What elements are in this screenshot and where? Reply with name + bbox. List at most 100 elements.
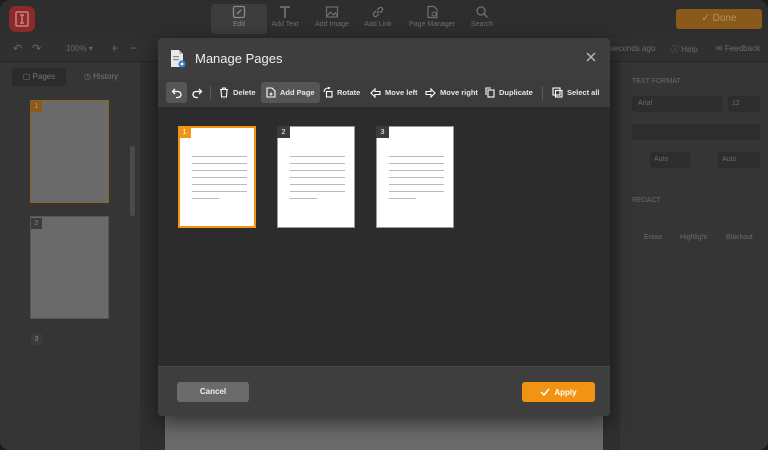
text-line <box>290 184 345 185</box>
erase-label: Erase <box>644 234 663 241</box>
undo-icon[interactable]: ↶ <box>13 42 22 55</box>
char-spacing-select[interactable]: Auto <box>718 152 760 168</box>
font-select[interactable]: Arial <box>632 96 722 112</box>
add-page-button[interactable]: Add Page <box>261 82 320 103</box>
sidebar-page-thumb-2[interactable] <box>30 216 109 319</box>
feedback-label: Feedback <box>724 44 761 53</box>
dialog-toolbar: Delete Add Page Rotate Move left Move ri… <box>158 78 610 108</box>
dialog-footer: Cancel Apply <box>158 366 610 416</box>
duplicate-button[interactable]: Duplicate <box>480 82 538 103</box>
cancel-button[interactable]: Cancel <box>177 382 249 402</box>
dialog-header: Manage Pages <box>158 38 610 78</box>
font-size-select[interactable]: 12 <box>728 96 760 112</box>
pages-sidebar: ▢ Pages ◷ History 1 2 3 <box>0 62 140 450</box>
text-format-heading: TEXT FORMAT <box>632 78 681 85</box>
select-all-label: Select all <box>567 88 600 97</box>
text-line <box>290 177 345 178</box>
page-manager-icon <box>427 5 438 19</box>
move-right-button[interactable]: Move right <box>420 82 483 103</box>
duplicate-label: Duplicate <box>499 88 533 97</box>
text-line <box>192 156 247 157</box>
close-icon[interactable] <box>584 50 598 64</box>
style-buttons[interactable] <box>632 124 760 140</box>
apply-label: Apply <box>554 387 577 397</box>
redo-button[interactable] <box>186 82 207 103</box>
text-line <box>389 191 444 192</box>
rotate-icon <box>323 87 333 98</box>
text-line <box>290 163 345 164</box>
sidebar-page-number: 2 <box>31 218 42 229</box>
dialog-title: Manage Pages <box>195 51 283 66</box>
font-value: Arial <box>638 100 653 107</box>
help-label: Help <box>681 45 698 54</box>
arrow-right-icon <box>425 87 436 98</box>
tool-page-manager-label: Page Manager <box>409 21 455 28</box>
move-left-button[interactable]: Move left <box>365 82 423 103</box>
text-line <box>192 191 247 192</box>
line-spacing-select[interactable]: Auto <box>650 152 690 168</box>
app-logo <box>9 6 35 32</box>
pages-grid: 1 2 3 <box>158 108 610 366</box>
tool-add-link[interactable]: Add Link <box>350 4 406 34</box>
help-link[interactable]: ⓘ Help <box>671 44 698 55</box>
manage-pages-icon <box>171 50 186 68</box>
manage-pages-dialog: Manage Pages Delete Add Page Rotate Move… <box>158 38 610 416</box>
sidebar-page-thumb-1[interactable] <box>30 100 109 203</box>
redo-icon[interactable]: ↷ <box>32 42 41 55</box>
text-line <box>389 184 444 185</box>
text-line <box>192 177 247 178</box>
arrow-left-icon <box>370 87 381 98</box>
done-label: Done <box>712 13 737 24</box>
tool-add-text-label: Add Text <box>271 21 299 28</box>
text-line <box>389 163 444 164</box>
apply-button[interactable]: Apply <box>522 382 595 402</box>
page-thumbnail-2[interactable]: 2 <box>277 126 355 228</box>
tool-search-label: Search <box>470 21 494 28</box>
undo-button[interactable] <box>166 82 187 103</box>
select-all-button[interactable]: Select all <box>547 82 605 103</box>
top-toolbar: Edit Add Text Add Image Add Link Page Ma… <box>0 0 768 38</box>
tool-search[interactable]: Search <box>454 4 510 34</box>
tab-history[interactable]: ◷ History <box>74 68 128 86</box>
image-icon <box>325 6 339 18</box>
char-spacing-value: Auto <box>722 156 737 163</box>
redo-icon <box>191 88 202 98</box>
delete-button[interactable]: Delete <box>214 82 261 103</box>
tool-add-image-label: Add Image <box>315 21 349 28</box>
feedback-link[interactable]: ✉ Feedback <box>716 44 760 53</box>
tool-page-manager[interactable]: Page Manager <box>402 4 462 34</box>
delete-label: Delete <box>233 88 256 97</box>
select-all-icon <box>552 87 563 98</box>
page-thumbnail-1[interactable]: 1 <box>178 126 256 228</box>
zoom-in-icon[interactable]: + <box>111 41 118 55</box>
text-line <box>389 177 444 178</box>
tool-add-link-label: Add Link <box>364 21 392 28</box>
tab-pages-label: Pages <box>32 72 56 81</box>
duplicate-icon <box>485 87 495 98</box>
page-number-badge: 2 <box>277 126 290 138</box>
sidebar-scrollbar[interactable] <box>130 146 135 216</box>
done-button[interactable]: ✓ Done <box>676 9 762 29</box>
text-line <box>290 156 345 157</box>
tab-pages[interactable]: ▢ Pages <box>12 68 66 86</box>
text-icon <box>280 6 290 18</box>
toolbar-divider <box>542 86 543 100</box>
font-size-value: 12 <box>732 100 740 107</box>
move-left-label: Move left <box>385 88 418 97</box>
toolbar-divider <box>210 86 211 100</box>
tab-history-label: History <box>93 72 119 81</box>
move-right-label: Move right <box>440 88 478 97</box>
page-number-badge: 1 <box>178 126 191 138</box>
text-line <box>389 156 444 157</box>
page-thumbnail-3[interactable]: 3 <box>376 126 454 228</box>
highlight-label: Highlight <box>680 234 708 241</box>
sidebar-page-number: 3 <box>31 334 42 345</box>
rotate-button[interactable]: Rotate <box>318 82 365 103</box>
text-line <box>290 170 345 171</box>
check-icon <box>540 388 550 396</box>
zoom-select[interactable]: 100% ▾ <box>66 44 93 53</box>
zoom-out-icon[interactable]: − <box>130 41 137 55</box>
line-spacing-value: Auto <box>654 156 669 163</box>
check-icon: ✓ <box>701 13 710 24</box>
edit-icon <box>232 5 246 19</box>
